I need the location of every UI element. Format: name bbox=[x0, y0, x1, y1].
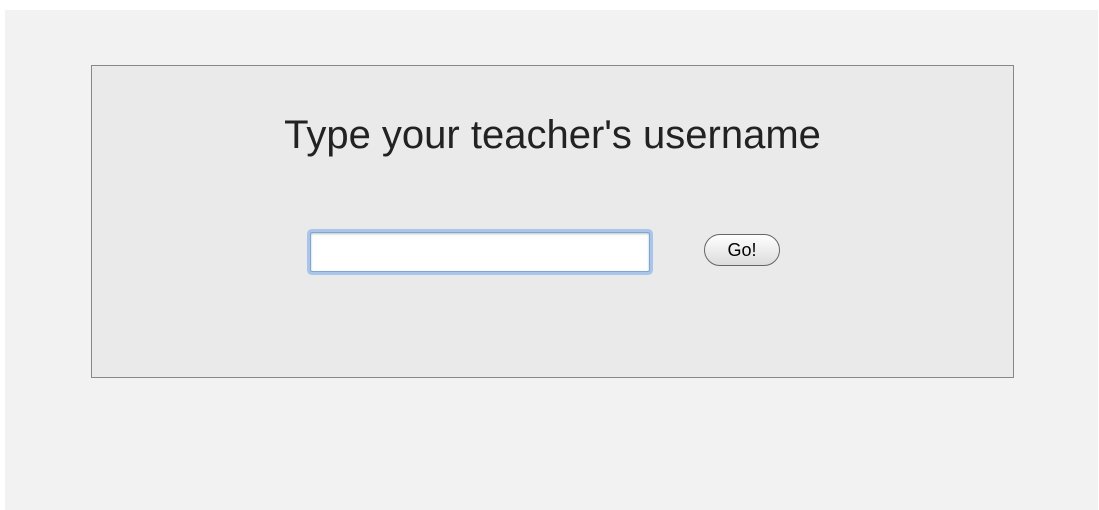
page-background: Type your teacher's username Go! bbox=[5, 10, 1098, 510]
username-panel: Type your teacher's username Go! bbox=[91, 65, 1014, 378]
go-button[interactable]: Go! bbox=[704, 234, 780, 266]
page-title: Type your teacher's username bbox=[284, 113, 821, 157]
teacher-username-input[interactable] bbox=[310, 232, 650, 272]
